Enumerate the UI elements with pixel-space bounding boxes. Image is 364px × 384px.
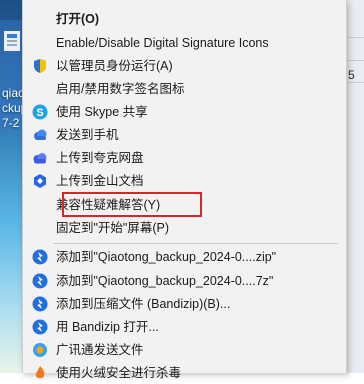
context-menu: 打开(O) Enable/Disable Digital Signature I… [22, 0, 347, 380]
menu-item-add-to-zip[interactable]: 添加到"Qiaotong_backup_2024-0....zip" [23, 246, 346, 268]
cloud-blue-icon [34, 129, 47, 140]
quark-cloud-icon [33, 153, 47, 164]
bandizip-icon [32, 296, 48, 312]
bandizip-icon [32, 319, 48, 335]
guangxuntong-icon [33, 343, 47, 357]
menu-item-open-with-bandizip[interactable]: 用 Bandizip 打开... [23, 316, 346, 338]
background-window-text: 5 [348, 68, 355, 82]
bandizip-icon [32, 249, 48, 265]
menu-item-label: 添加到压缩文件 (Bandizip)(B)... [56, 297, 231, 311]
menu-item-label: 上传到金山文档 [56, 174, 144, 188]
menu-item-label: 发送到手机 [56, 128, 119, 142]
menu-item-guangxuntong-send[interactable]: 广讯通发送文件 [23, 339, 346, 361]
menu-item-label: 使用 Skype 共享 [56, 105, 148, 119]
uac-shield-icon [34, 59, 46, 73]
menu-item-open[interactable]: 打开(O) [23, 8, 346, 30]
menu-item-huorong-scan[interactable]: 使用火绒安全进行杀毒 [23, 362, 346, 384]
menu-item-label: 启用/禁用数字签名图标 [56, 82, 185, 96]
menu-item-label: 用 Bandizip 打开... [56, 320, 159, 334]
menu-item-upload-quark[interactable]: 上传到夸克网盘 [23, 147, 346, 169]
menu-item-pin-to-start[interactable]: 固定到"开始"屏幕(P) [23, 217, 346, 239]
menu-item-label: 添加到"Qiaotong_backup_2024-0....zip" [56, 250, 277, 264]
bandizip-icon [32, 273, 48, 289]
menu-item-toggle-signature-icons-en[interactable]: Enable/Disable Digital Signature Icons [23, 32, 346, 54]
svg-text:S: S [36, 107, 43, 119]
menu-item-label: 广讯通发送文件 [56, 343, 144, 357]
menu-item-label: Enable/Disable Digital Signature Icons [56, 36, 269, 50]
background-window-strip [345, 0, 364, 373]
menu-item-upload-kingsoft-docs[interactable]: 上传到金山文档 [23, 170, 346, 192]
skype-icon: S [32, 104, 48, 120]
desktop-archive-icon [4, 31, 20, 51]
menu-separator [53, 243, 338, 244]
menu-item-label: 以管理员身份运行(A) [56, 59, 173, 73]
menu-item-add-to-archive-bandizip[interactable]: 添加到压缩文件 (Bandizip)(B)... [23, 293, 346, 315]
menu-item-label: 使用火绒安全进行杀毒 [56, 366, 182, 380]
menu-item-toggle-signature-icons-cn[interactable]: 启用/禁用数字签名图标 [23, 78, 346, 100]
menu-item-run-as-admin[interactable]: 以管理员身份运行(A) [23, 55, 346, 77]
menu-item-skype-share[interactable]: S 使用 Skype 共享 [23, 101, 346, 123]
huorong-icon [35, 366, 45, 379]
desktop-icon-label-line3: 7-2 [2, 116, 20, 130]
menu-item-label: 上传到夸克网盘 [56, 151, 144, 165]
menu-item-send-to-phone[interactable]: 发送到手机 [23, 124, 346, 146]
menu-item-add-to-7z[interactable]: 添加到"Qiaotong_backup_2024-0....7z" [23, 270, 346, 292]
highlight-box [62, 192, 202, 217]
menu-item-label: 固定到"开始"屏幕(P) [56, 221, 170, 235]
menu-item-label: 打开(O) [56, 12, 100, 26]
kingsoft-docs-icon [34, 174, 46, 188]
menu-item-label: 添加到"Qiaotong_backup_2024-0....7z" [56, 274, 274, 288]
